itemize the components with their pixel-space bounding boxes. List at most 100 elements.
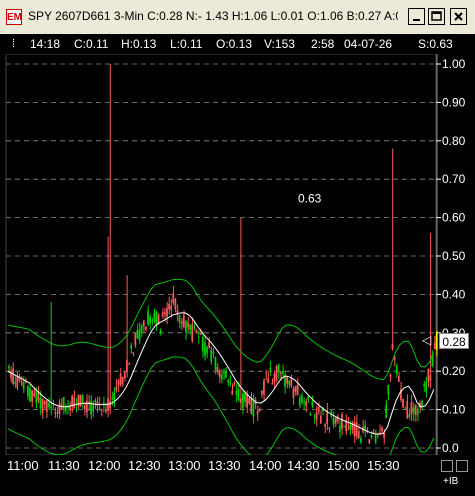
- time-label: 14:30: [287, 458, 320, 473]
- candle-body: [381, 427, 383, 432]
- y-axis-label: 0.10: [442, 403, 466, 417]
- candle-body: [391, 344, 394, 350]
- time-label: 13:00: [168, 458, 201, 473]
- candle-body: [180, 321, 183, 324]
- candle-body: [168, 304, 170, 310]
- candle-body: [115, 386, 118, 391]
- candle-body: [163, 312, 166, 315]
- zoom-in-button[interactable]: [456, 460, 468, 472]
- candle-body: [81, 395, 84, 404]
- candle-body: [26, 386, 29, 397]
- candle-body: [290, 377, 293, 387]
- info-volume: V:153: [264, 37, 295, 51]
- candle-body: [288, 380, 291, 385]
- candle-body: [324, 424, 326, 427]
- candle-body: [199, 332, 202, 335]
- candle-body: [256, 410, 259, 415]
- candle-body: [43, 400, 46, 405]
- candle-body: [227, 380, 229, 382]
- candle-body: [31, 389, 33, 402]
- info-low: L:0.11: [170, 37, 203, 51]
- candle-body: [142, 320, 145, 327]
- candle-body: [241, 393, 244, 409]
- candle-body: [225, 371, 227, 378]
- candle-body: [355, 422, 358, 437]
- candle-body: [279, 372, 282, 374]
- candle-body: [374, 433, 377, 443]
- candle-body: [161, 311, 164, 317]
- candle-body: [100, 409, 103, 412]
- candle-body: [370, 435, 373, 438]
- candle-body: [286, 376, 288, 384]
- candle-body: [159, 329, 162, 334]
- candle-body: [136, 330, 139, 339]
- price-pointer-icon: ◁: [422, 333, 432, 347]
- candle-body: [182, 314, 185, 328]
- candle-body: [351, 424, 354, 430]
- candle-body: [360, 437, 362, 443]
- candle-body: [189, 324, 191, 330]
- candle-body: [282, 371, 284, 374]
- candle-body: [16, 376, 19, 389]
- candle-body: [176, 309, 179, 316]
- candle-body: [258, 409, 261, 412]
- y-axis-label: 0.50: [442, 249, 466, 263]
- candle-body: [79, 395, 82, 407]
- candle-body: [220, 374, 223, 380]
- candle-body: [218, 370, 221, 377]
- candle-body: [20, 381, 23, 384]
- time-label: 11:00: [7, 458, 39, 473]
- y-axis-label: 1.00: [442, 57, 466, 71]
- candle-body: [435, 332, 438, 350]
- candle-body: [252, 398, 255, 417]
- candle-body: [45, 400, 48, 413]
- info-open: O:0.13: [216, 37, 253, 51]
- close-button[interactable]: [450, 8, 467, 25]
- candle-body: [157, 314, 160, 324]
- candle-body: [172, 293, 175, 304]
- candle-body: [73, 397, 76, 409]
- candle-body: [92, 403, 95, 412]
- candle-body: [303, 401, 305, 403]
- candle-body: [246, 394, 248, 408]
- maximize-button[interactable]: [428, 8, 445, 25]
- candle-body: [123, 371, 126, 379]
- candle-body: [389, 374, 392, 377]
- candle-body: [119, 373, 122, 386]
- time-axis: 11:00 11:30 12:00 12:30 13:00 13:30 14:0…: [0, 455, 440, 479]
- candle-body: [151, 320, 154, 322]
- candle-body: [317, 406, 320, 412]
- info-share: S:0.63: [418, 37, 453, 51]
- candle-body: [313, 415, 316, 417]
- candle-body: [309, 413, 312, 415]
- candle-body: [406, 400, 409, 419]
- candle-body: [208, 341, 210, 348]
- candle-body: [263, 380, 265, 395]
- candle-body: [54, 412, 57, 414]
- candle-body: [90, 400, 92, 415]
- current-price-label: 0.28: [439, 333, 469, 349]
- close-icon: [454, 12, 463, 21]
- candle-body: [187, 322, 189, 328]
- candle-body: [138, 329, 141, 341]
- candle-body: [402, 399, 404, 408]
- candle-body: [315, 412, 318, 420]
- candle-body: [233, 382, 236, 385]
- zoom-out-button[interactable]: [441, 460, 453, 472]
- candle-body: [149, 316, 151, 324]
- candle-body: [166, 308, 168, 317]
- minimize-button[interactable]: [408, 8, 425, 25]
- window-title: SPY 2607D661 3-Min C:0.28 N:- 1.43 H:1.0…: [28, 9, 398, 23]
- ib-label: +IB: [443, 476, 459, 487]
- title-bar[interactable]: EM SPY 2607D661 3-Min C:0.28 N:- 1.43 H:…: [0, 0, 475, 35]
- candle-body: [50, 406, 52, 409]
- candle-body: [319, 415, 322, 424]
- candle-body: [427, 369, 430, 382]
- candle-body: [96, 401, 99, 406]
- candle-body: [153, 312, 156, 321]
- candle-body: [267, 378, 269, 383]
- candle-body: [296, 384, 299, 396]
- candle-body: [341, 414, 343, 430]
- price-chart[interactable]: 1.000.900.800.700.600.500.400.300.200.10…: [0, 54, 475, 455]
- candle-body: [235, 390, 238, 396]
